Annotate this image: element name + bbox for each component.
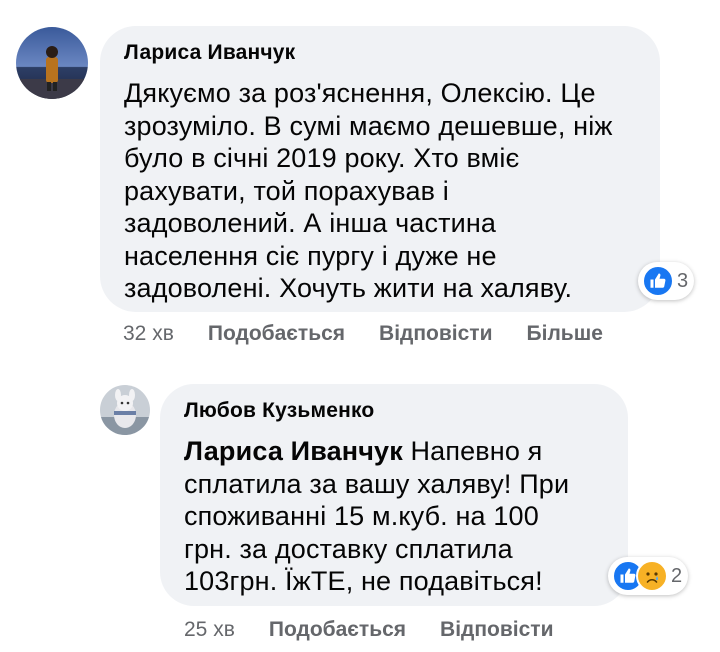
comment-line: задоволені. Хочуть жити на халяву.	[124, 273, 573, 303]
comment-author[interactable]: Лариса Иванчук	[124, 41, 640, 65]
reaction-summary[interactable]: 2	[608, 557, 689, 595]
comment-line: Лариса Иванчук Напевно я	[184, 435, 608, 468]
comment-line-rest: Напевно я	[402, 436, 543, 466]
comment-line: рахувати, той порахував і	[124, 175, 449, 206]
more-button[interactable]: Більше	[527, 322, 603, 346]
reaction-summary[interactable]: 3	[638, 262, 695, 300]
like-icon	[642, 265, 674, 297]
reaction-count: 2	[671, 564, 683, 587]
timestamp[interactable]: 32 хв	[123, 322, 174, 346]
mention-link[interactable]: Лариса Иванчук	[184, 436, 403, 466]
comment-line: задоволений. А інша частина	[124, 208, 497, 238]
comment-text: Лариса Иванчук Напевно я сплатила за ваш…	[184, 435, 608, 598]
comment-line: зрозуміло. В сумі маємо дешевше, ніж	[124, 110, 613, 141]
sad-icon	[636, 560, 668, 592]
comment-line: 103грн. ЇжТЕ, не подавіться!	[184, 566, 543, 596]
like-button[interactable]: Подобається	[208, 322, 345, 346]
like-button[interactable]: Подобається	[269, 618, 406, 642]
comment-text: Дякуємо за роз'яснення, Олексію. Це зроз…	[124, 77, 640, 305]
comment-actions: 32 хв Подобається Відповісти Більше	[123, 322, 637, 346]
comment-line: сплатила за вашу халяву! При	[184, 468, 570, 499]
reply-button[interactable]: Відповісти	[440, 618, 553, 642]
avatar[interactable]	[16, 27, 88, 99]
comment-line: Дякуємо за роз'яснення, Олексію. Це	[124, 78, 596, 108]
comment-line: споживанні 15 м.куб. на 100	[184, 501, 539, 531]
comment-actions: 25 хв Подобається Відповісти	[184, 618, 588, 642]
comment-bubble: Лариса Иванчук Дякуємо за роз'яснення, О…	[100, 26, 660, 312]
reply-button[interactable]: Відповісти	[379, 322, 492, 346]
timestamp[interactable]: 25 хв	[184, 618, 235, 642]
comment-line: було в січні 2019 року. Хто вміє	[124, 143, 520, 173]
avatar[interactable]	[100, 385, 150, 435]
avatar-photo	[100, 385, 150, 435]
comment-bubble: Любов Кузьменко Лариса Иванчук Напевно я…	[160, 384, 628, 606]
comment-line: населення сіє пургу і дуже не	[124, 240, 497, 271]
comment-author[interactable]: Любов Кузьменко	[184, 399, 608, 423]
reaction-count: 3	[677, 269, 689, 292]
comment-line: грн. за доставку сплатила	[184, 533, 513, 564]
avatar-photo	[16, 27, 88, 99]
